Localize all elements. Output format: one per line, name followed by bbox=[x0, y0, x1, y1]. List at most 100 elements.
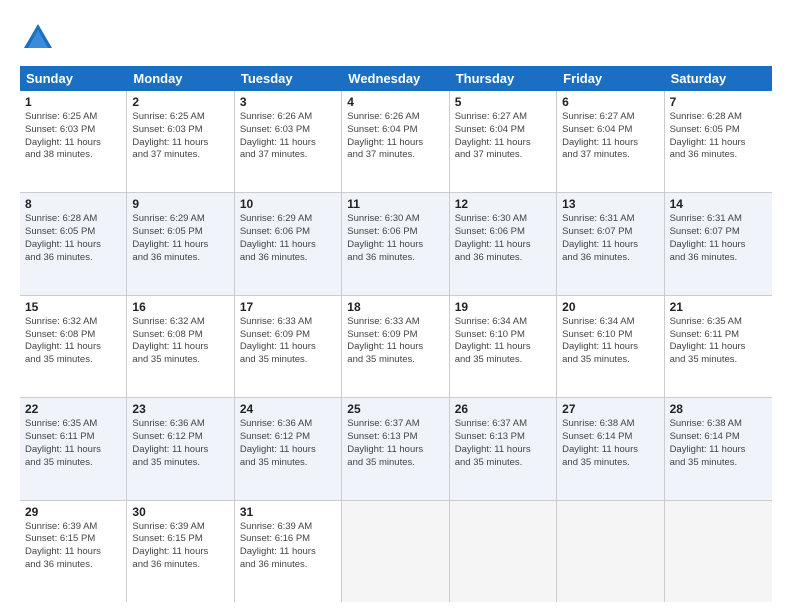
day-info: Sunrise: 6:33 AM Sunset: 6:09 PM Dayligh… bbox=[347, 316, 443, 367]
day-number: 27 bbox=[562, 402, 658, 416]
day-number: 5 bbox=[455, 95, 551, 109]
day-info: Sunrise: 6:33 AM Sunset: 6:09 PM Dayligh… bbox=[240, 316, 336, 367]
day-number: 22 bbox=[25, 402, 121, 416]
day-number: 1 bbox=[25, 95, 121, 109]
day-info: Sunrise: 6:30 AM Sunset: 6:06 PM Dayligh… bbox=[455, 213, 551, 264]
day-number: 21 bbox=[670, 300, 767, 314]
day-cell: 28 Sunrise: 6:38 AM Sunset: 6:14 PM Dayli… bbox=[665, 398, 772, 499]
day-cell: 29Sunrise: 6:39 AM Sunset: 6:15 PM Dayli… bbox=[20, 501, 127, 602]
calendar-row: 1 Sunrise: 6:25 AM Sunset: 6:03 PM Daylig… bbox=[20, 91, 772, 193]
day-number: 28 bbox=[670, 402, 767, 416]
weekday-header: Monday bbox=[127, 66, 234, 91]
day-number: 24 bbox=[240, 402, 336, 416]
day-number: 18 bbox=[347, 300, 443, 314]
day-info: Sunrise: 6:29 AM Sunset: 6:06 PM Dayligh… bbox=[240, 213, 336, 264]
calendar-row: 29Sunrise: 6:39 AM Sunset: 6:15 PM Dayli… bbox=[20, 501, 772, 602]
day-cell: 25 Sunrise: 6:37 AM Sunset: 6:13 PM Dayli… bbox=[342, 398, 449, 499]
day-cell: 30 Sunrise: 6:39 AM Sunset: 6:15 PM Dayli… bbox=[127, 501, 234, 602]
day-cell: 17 Sunrise: 6:33 AM Sunset: 6:09 PM Dayli… bbox=[235, 296, 342, 397]
day-cell: 31 Sunrise: 6:39 AM Sunset: 6:16 PM Dayli… bbox=[235, 501, 342, 602]
header bbox=[20, 20, 772, 56]
day-cell: 21 Sunrise: 6:35 AM Sunset: 6:11 PM Dayli… bbox=[665, 296, 772, 397]
page: SundayMondayTuesdayWednesdayThursdayFrid… bbox=[0, 0, 792, 612]
day-number: 14 bbox=[670, 197, 767, 211]
day-info: Sunrise: 6:39 AM Sunset: 6:16 PM Dayligh… bbox=[240, 521, 336, 572]
day-cell: 2 Sunrise: 6:25 AM Sunset: 6:03 PM Daylig… bbox=[127, 91, 234, 192]
day-cell: 18 Sunrise: 6:33 AM Sunset: 6:09 PM Dayli… bbox=[342, 296, 449, 397]
day-cell: 22 Sunrise: 6:35 AM Sunset: 6:11 PM Dayli… bbox=[20, 398, 127, 499]
day-cell: 10Sunrise: 6:29 AM Sunset: 6:06 PM Dayli… bbox=[235, 193, 342, 294]
day-number: 31 bbox=[240, 505, 336, 519]
day-info: Sunrise: 6:27 AM Sunset: 6:04 PM Dayligh… bbox=[455, 111, 551, 162]
day-cell: 19 Sunrise: 6:34 AM Sunset: 6:10 PM Dayli… bbox=[450, 296, 557, 397]
day-cell: 14 Sunrise: 6:31 AM Sunset: 6:07 PM Dayli… bbox=[665, 193, 772, 294]
day-info: Sunrise: 6:36 AM Sunset: 6:12 PM Dayligh… bbox=[240, 418, 336, 469]
day-number: 8 bbox=[25, 197, 121, 211]
day-cell: 23 Sunrise: 6:36 AM Sunset: 6:12 PM Dayli… bbox=[127, 398, 234, 499]
day-info: Sunrise: 6:26 AM Sunset: 6:04 PM Dayligh… bbox=[347, 111, 443, 162]
day-info: Sunrise: 6:27 AM Sunset: 6:04 PM Dayligh… bbox=[562, 111, 658, 162]
day-cell: 5 Sunrise: 6:27 AM Sunset: 6:04 PM Daylig… bbox=[450, 91, 557, 192]
day-info: Sunrise: 6:31 AM Sunset: 6:07 PM Dayligh… bbox=[670, 213, 767, 264]
day-info: Sunrise: 6:28 AM Sunset: 6:05 PM Dayligh… bbox=[25, 213, 121, 264]
calendar-header: SundayMondayTuesdayWednesdayThursdayFrid… bbox=[20, 66, 772, 91]
day-number: 9 bbox=[132, 197, 228, 211]
logo bbox=[20, 20, 60, 56]
day-number: 6 bbox=[562, 95, 658, 109]
logo-icon bbox=[20, 20, 56, 56]
day-info: Sunrise: 6:34 AM Sunset: 6:10 PM Dayligh… bbox=[562, 316, 658, 367]
day-cell: 24 Sunrise: 6:36 AM Sunset: 6:12 PM Dayli… bbox=[235, 398, 342, 499]
calendar-row: 15Sunrise: 6:32 AM Sunset: 6:08 PM Dayli… bbox=[20, 296, 772, 398]
day-info: Sunrise: 6:37 AM Sunset: 6:13 PM Dayligh… bbox=[455, 418, 551, 469]
day-info: Sunrise: 6:29 AM Sunset: 6:05 PM Dayligh… bbox=[132, 213, 228, 264]
weekday-header: Tuesday bbox=[235, 66, 342, 91]
day-number: 16 bbox=[132, 300, 228, 314]
day-cell: 12Sunrise: 6:30 AM Sunset: 6:06 PM Dayli… bbox=[450, 193, 557, 294]
calendar-body: 1 Sunrise: 6:25 AM Sunset: 6:03 PM Daylig… bbox=[20, 91, 772, 602]
day-info: Sunrise: 6:25 AM Sunset: 6:03 PM Dayligh… bbox=[132, 111, 228, 162]
day-number: 15 bbox=[25, 300, 121, 314]
day-number: 11 bbox=[347, 197, 443, 211]
day-number: 7 bbox=[670, 95, 767, 109]
empty-cell bbox=[450, 501, 557, 602]
day-number: 20 bbox=[562, 300, 658, 314]
day-cell: 1 Sunrise: 6:25 AM Sunset: 6:03 PM Daylig… bbox=[20, 91, 127, 192]
day-cell: 4 Sunrise: 6:26 AM Sunset: 6:04 PM Daylig… bbox=[342, 91, 449, 192]
day-info: Sunrise: 6:35 AM Sunset: 6:11 PM Dayligh… bbox=[25, 418, 121, 469]
day-cell: 9 Sunrise: 6:29 AM Sunset: 6:05 PM Daylig… bbox=[127, 193, 234, 294]
day-cell: 20 Sunrise: 6:34 AM Sunset: 6:10 PM Dayli… bbox=[557, 296, 664, 397]
empty-cell bbox=[342, 501, 449, 602]
day-cell: 27 Sunrise: 6:38 AM Sunset: 6:14 PM Dayli… bbox=[557, 398, 664, 499]
empty-cell bbox=[665, 501, 772, 602]
day-info: Sunrise: 6:38 AM Sunset: 6:14 PM Dayligh… bbox=[562, 418, 658, 469]
day-cell: 13 Sunrise: 6:31 AM Sunset: 6:07 PM Dayli… bbox=[557, 193, 664, 294]
day-number: 4 bbox=[347, 95, 443, 109]
weekday-header: Saturday bbox=[665, 66, 772, 91]
day-info: Sunrise: 6:37 AM Sunset: 6:13 PM Dayligh… bbox=[347, 418, 443, 469]
day-info: Sunrise: 6:39 AM Sunset: 6:15 PM Dayligh… bbox=[25, 521, 121, 572]
day-number: 2 bbox=[132, 95, 228, 109]
day-info: Sunrise: 6:34 AM Sunset: 6:10 PM Dayligh… bbox=[455, 316, 551, 367]
day-info: Sunrise: 6:26 AM Sunset: 6:03 PM Dayligh… bbox=[240, 111, 336, 162]
day-info: Sunrise: 6:31 AM Sunset: 6:07 PM Dayligh… bbox=[562, 213, 658, 264]
day-number: 13 bbox=[562, 197, 658, 211]
day-number: 30 bbox=[132, 505, 228, 519]
day-number: 25 bbox=[347, 402, 443, 416]
day-info: Sunrise: 6:35 AM Sunset: 6:11 PM Dayligh… bbox=[670, 316, 767, 367]
calendar: SundayMondayTuesdayWednesdayThursdayFrid… bbox=[20, 66, 772, 602]
day-number: 19 bbox=[455, 300, 551, 314]
day-info: Sunrise: 6:38 AM Sunset: 6:14 PM Dayligh… bbox=[670, 418, 767, 469]
empty-cell bbox=[557, 501, 664, 602]
day-info: Sunrise: 6:30 AM Sunset: 6:06 PM Dayligh… bbox=[347, 213, 443, 264]
day-info: Sunrise: 6:36 AM Sunset: 6:12 PM Dayligh… bbox=[132, 418, 228, 469]
day-number: 23 bbox=[132, 402, 228, 416]
day-cell: 6 Sunrise: 6:27 AM Sunset: 6:04 PM Daylig… bbox=[557, 91, 664, 192]
day-cell: 16Sunrise: 6:32 AM Sunset: 6:08 PM Dayli… bbox=[127, 296, 234, 397]
day-number: 17 bbox=[240, 300, 336, 314]
day-info: Sunrise: 6:39 AM Sunset: 6:15 PM Dayligh… bbox=[132, 521, 228, 572]
calendar-row: 22 Sunrise: 6:35 AM Sunset: 6:11 PM Dayli… bbox=[20, 398, 772, 500]
day-cell: 7Sunrise: 6:28 AM Sunset: 6:05 PM Daylig… bbox=[665, 91, 772, 192]
day-info: Sunrise: 6:25 AM Sunset: 6:03 PM Dayligh… bbox=[25, 111, 121, 162]
day-cell: 15Sunrise: 6:32 AM Sunset: 6:08 PM Dayli… bbox=[20, 296, 127, 397]
weekday-header: Wednesday bbox=[342, 66, 449, 91]
